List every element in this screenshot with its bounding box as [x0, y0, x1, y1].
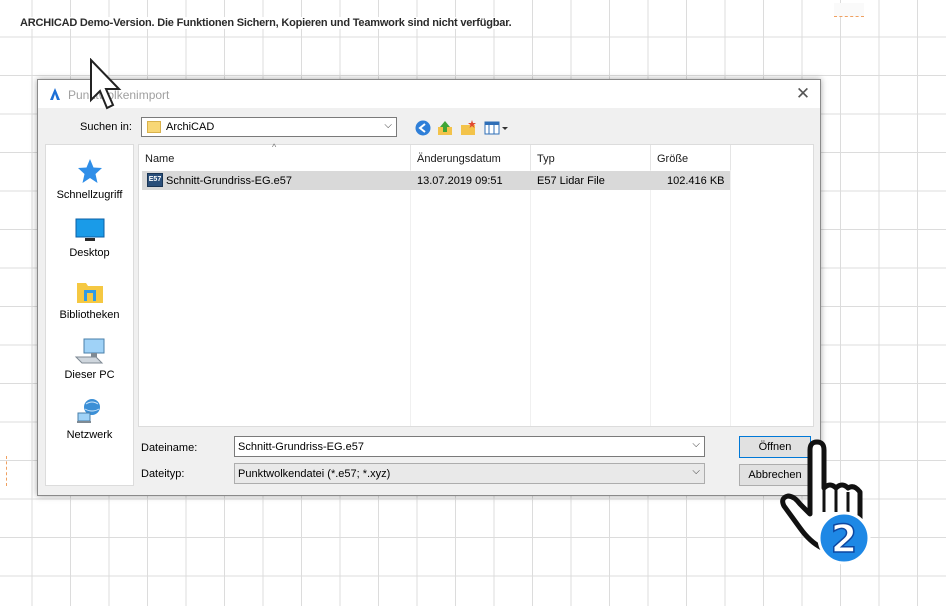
column-header-label: Größe	[657, 153, 689, 165]
folder-icon	[147, 121, 161, 133]
column-divider	[730, 170, 731, 426]
step-number-badge: 2	[831, 517, 857, 561]
new-folder-icon[interactable]	[459, 119, 477, 137]
filename-label: Dateiname:	[141, 442, 198, 454]
place-libraries[interactable]: Bibliotheken	[46, 269, 133, 325]
filetype-value: Punktwolkendatei (*.e57; *.xyz)	[238, 468, 391, 480]
desktop-icon	[75, 218, 104, 241]
file-size: 102.416 KB	[667, 175, 725, 187]
place-label: Bibliotheken	[59, 309, 120, 321]
libraries-icon	[76, 283, 103, 303]
star-icon	[77, 159, 102, 183]
column-header-label: Name	[145, 153, 175, 165]
tutorial-hand-pointer-icon: 2	[780, 439, 871, 565]
e57-file-icon: E57	[147, 173, 163, 187]
left-edge-marker	[6, 456, 9, 486]
dialog-titlebar[interactable]: Punktwolkenimport ✕	[38, 80, 820, 108]
filetype-label: Dateityp:	[141, 468, 185, 480]
close-button[interactable]: ✕	[794, 85, 812, 103]
column-header-date[interactable]: Änderungsdatum	[411, 145, 531, 170]
filename-value: Schnitt-Grundriss-EG.e57	[238, 441, 364, 453]
file-name: Schnitt-Grundriss-EG.e57	[166, 175, 292, 187]
chevron-down-icon: ⌵	[384, 120, 392, 131]
place-label: Netzwerk	[66, 429, 113, 441]
sort-up-icon: ^	[272, 142, 277, 152]
chevron-down-icon: ⌵	[692, 439, 700, 450]
place-desktop[interactable]: Desktop	[46, 209, 133, 265]
view-menu-icon[interactable]	[484, 119, 510, 137]
computer-icon	[74, 338, 104, 364]
mouse-pointer-icon	[90, 58, 122, 110]
column-header-size[interactable]: Größe	[651, 145, 731, 170]
look-in-value: ArchiCAD	[166, 121, 215, 133]
network-icon	[76, 399, 100, 423]
place-quick-access[interactable]: Schnellzugriff	[46, 149, 133, 205]
demo-version-banner: ARCHICAD Demo-Version. Die Funktionen Si…	[18, 17, 514, 29]
archicad-logo-icon	[50, 88, 60, 100]
column-divider	[650, 170, 651, 426]
column-divider	[530, 170, 531, 426]
filetype-dropdown[interactable]: Punktwolkendatei (*.e57; *.xyz) ⌵	[234, 463, 705, 484]
places-bar: Schnellzugriff Desktop Bibliotheken Dies…	[45, 144, 134, 486]
chevron-down-icon: ⌵	[692, 466, 700, 477]
place-label: Dieser PC	[64, 369, 115, 381]
file-type: E57 Lidar File	[537, 175, 605, 187]
top-edge-marker	[834, 3, 864, 17]
place-this-pc[interactable]: Dieser PC	[46, 329, 133, 385]
filename-input[interactable]: Schnitt-Grundriss-EG.e57 ⌵	[234, 436, 705, 457]
column-header-label: Änderungsdatum	[417, 153, 501, 165]
column-divider	[410, 170, 411, 426]
place-label: Desktop	[69, 247, 110, 259]
place-label: Schnellzugriff	[56, 189, 123, 201]
point-cloud-import-dialog: Punktwolkenimport ✕ Suchen in: ArchiCAD …	[37, 79, 821, 496]
look-in-label: Suchen in:	[80, 121, 132, 133]
file-date: 13.07.2019 09:51	[417, 175, 503, 187]
up-folder-icon[interactable]	[436, 119, 454, 137]
column-header-name[interactable]: Name ^	[139, 142, 411, 170]
column-header-label: Typ	[537, 153, 555, 165]
file-row-selected[interactable]: E57 Schnitt-Grundriss-EG.e57 13.07.2019 …	[142, 171, 730, 190]
column-header-type[interactable]: Typ	[531, 145, 651, 170]
back-icon[interactable]	[414, 119, 432, 137]
file-list[interactable]: Name ^ Änderungsdatum Typ Größe E57 Schn…	[138, 142, 814, 427]
look-in-dropdown[interactable]: ArchiCAD ⌵	[141, 117, 397, 137]
place-network[interactable]: Netzwerk	[46, 389, 133, 445]
